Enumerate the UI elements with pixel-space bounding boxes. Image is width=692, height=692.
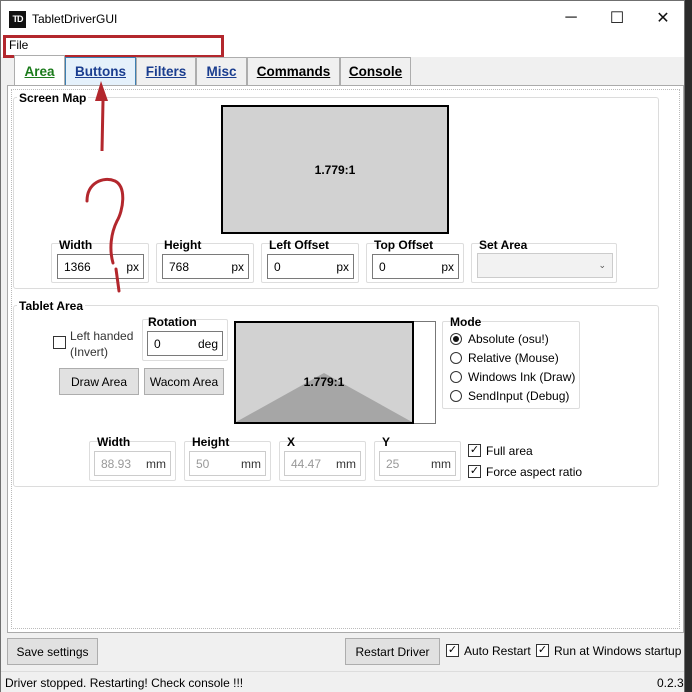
title-bar[interactable]: TD TabletDriverGUI ─ ☐ ✕ (1, 1, 684, 35)
tablet-area-canvas[interactable]: 1.779:1 (234, 321, 414, 424)
auto-restart-label: Auto Restart (464, 644, 531, 658)
status-bar: Driver stopped. Restarting! Check consol… (1, 671, 684, 692)
screen-height-unit: px (231, 259, 244, 274)
mode-relative-radio[interactable] (450, 352, 462, 364)
left-handed-checkbox[interactable] (53, 336, 66, 349)
tablet-y-value: 25 (386, 456, 400, 471)
tablet-x-input[interactable]: 44.47 mm (284, 451, 361, 476)
left-offset-input[interactable]: 0 px (267, 254, 354, 279)
screen-height-label: Height (164, 238, 202, 252)
force-aspect-checkbox[interactable]: ✓ (468, 465, 481, 478)
draw-area-button[interactable]: Draw Area (59, 368, 139, 395)
tablet-y-unit: mm (431, 456, 451, 471)
tablet-width-unit: mm (146, 456, 166, 471)
tab-filters[interactable]: Filters (136, 57, 196, 85)
tab-misc[interactable]: Misc (196, 57, 247, 85)
mode-relative-label: Relative (Mouse) (468, 351, 559, 365)
tablet-width-input[interactable]: 88.93 mm (94, 451, 171, 476)
status-message: Driver stopped. Restarting! Check consol… (5, 676, 244, 690)
tablet-area-title: Tablet Area (17, 299, 86, 313)
tablet-area-triangle (236, 373, 412, 422)
window-title: TabletDriverGUI (32, 12, 118, 26)
mode-absolute-label: Absolute (osu!) (468, 332, 549, 346)
auto-restart-checkbox[interactable]: ✓ (446, 644, 459, 657)
mode-windows-ink-label: Windows Ink (Draw) (468, 370, 576, 384)
run-startup-label: Run at Windows startup (554, 644, 682, 658)
mode-label: Mode (450, 315, 482, 329)
left-offset-unit: px (336, 259, 349, 274)
left-offset-label: Left Offset (269, 238, 329, 252)
left-handed-label: Left handed (Invert) (70, 329, 134, 359)
top-offset-unit: px (441, 259, 454, 274)
tablet-height-input[interactable]: 50 mm (189, 451, 266, 476)
set-area-dropdown[interactable]: ⌄ (477, 253, 613, 278)
annotation-arrow-and-question (85, 81, 125, 293)
tablet-area-ratio: 1.779:1 (303, 375, 345, 389)
run-startup-checkbox[interactable]: ✓ (536, 644, 549, 657)
top-offset-label: Top Offset (374, 238, 434, 252)
close-button[interactable]: ✕ (640, 1, 686, 35)
top-offset-value: 0 (379, 259, 386, 274)
tablet-x-unit: mm (336, 456, 356, 471)
left-offset-value: 0 (274, 259, 281, 274)
version-label: 0.2.3 (657, 676, 684, 690)
set-area-label: Set Area (479, 238, 528, 252)
minimize-button[interactable]: ─ (548, 1, 594, 35)
save-settings-button[interactable]: Save settings (7, 638, 98, 665)
top-offset-input[interactable]: 0 px (372, 254, 459, 279)
screen-map-title: Screen Map (17, 91, 89, 105)
maximize-button[interactable]: ☐ (594, 1, 640, 35)
tab-console[interactable]: Console (340, 57, 411, 85)
tablet-width-label: Width (97, 435, 131, 449)
mode-sendinput-label: SendInput (Debug) (468, 389, 570, 403)
wacom-area-button[interactable]: Wacom Area (144, 368, 224, 395)
restart-driver-button[interactable]: Restart Driver (345, 638, 440, 665)
screen-height-value: 768 (169, 259, 190, 274)
screen-height-input[interactable]: 768 px (162, 254, 249, 279)
rotation-input[interactable]: 0 deg (147, 331, 223, 356)
mode-sendinput-radio[interactable] (450, 390, 462, 402)
tablet-width-value: 88.93 (101, 456, 132, 471)
app-icon: TD (9, 11, 26, 28)
tab-area[interactable]: Area (14, 55, 65, 86)
tablet-x-label: X (287, 435, 296, 449)
rotation-label: Rotation (148, 315, 197, 329)
mode-absolute-radio[interactable] (450, 333, 462, 345)
mode-windows-ink-radio[interactable] (450, 371, 462, 383)
force-aspect-label: Force aspect ratio (486, 465, 583, 479)
tab-commands[interactable]: Commands (247, 57, 340, 85)
full-area-checkbox[interactable]: ✓ (468, 444, 481, 457)
main-window: TD TabletDriverGUI ─ ☐ ✕ File Area Butto… (0, 0, 685, 692)
full-area-label: Full area (486, 444, 533, 458)
screen-map-ratio: 1.779:1 (314, 162, 356, 177)
rotation-unit: deg (197, 336, 218, 351)
tablet-height-value: 50 (196, 456, 210, 471)
tablet-y-input[interactable]: 25 mm (379, 451, 456, 476)
tablet-x-value: 44.47 (291, 456, 322, 471)
rotation-value: 0 (154, 336, 161, 351)
screen-map-canvas[interactable]: 1.779:1 (221, 105, 449, 234)
tablet-height-label: Height (192, 435, 230, 449)
chevron-down-icon: ⌄ (598, 260, 606, 270)
tablet-y-label: Y (382, 435, 391, 449)
tablet-height-unit: mm (241, 456, 261, 471)
